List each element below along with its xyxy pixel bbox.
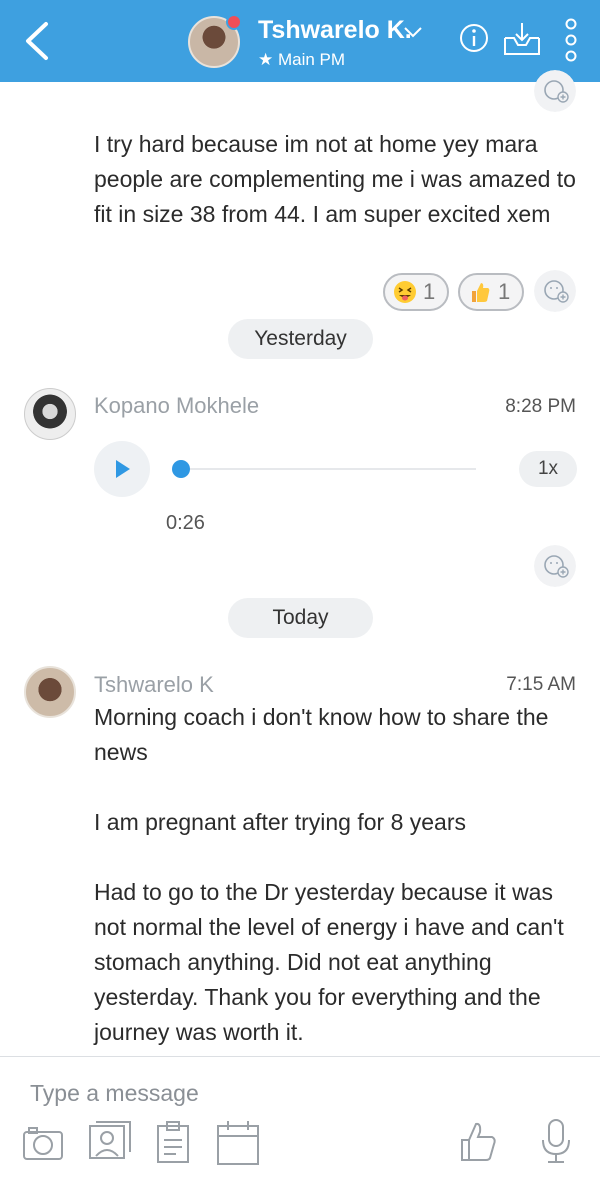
sender-avatar[interactable] bbox=[24, 388, 76, 440]
info-icon[interactable] bbox=[458, 22, 490, 54]
calendar-icon[interactable] bbox=[216, 1120, 260, 1166]
squinting-tongue-face-icon bbox=[394, 281, 416, 303]
sender-name[interactable]: Kopano Mokhele bbox=[94, 393, 259, 419]
document-icon[interactable] bbox=[156, 1120, 190, 1164]
playback-speed-button[interactable]: 1x bbox=[519, 451, 577, 487]
microphone-icon[interactable] bbox=[538, 1118, 574, 1166]
contact-name[interactable]: Tshwarelo K. bbox=[258, 16, 412, 45]
message-text: I try hard because im not at home yey ma… bbox=[94, 131, 576, 227]
message-time: 7:15 AM bbox=[506, 674, 576, 695]
add-reaction-icon[interactable] bbox=[534, 545, 576, 587]
reaction-count: 1 bbox=[423, 279, 436, 304]
more-options-icon[interactable] bbox=[562, 18, 580, 62]
add-reaction-icon[interactable] bbox=[534, 70, 576, 112]
message-input[interactable] bbox=[30, 1080, 430, 1107]
chevron-down-icon[interactable] bbox=[402, 24, 424, 40]
sender-name[interactable]: Tshwarelo K bbox=[94, 672, 214, 698]
play-icon bbox=[116, 460, 130, 478]
composer-divider bbox=[0, 1056, 600, 1057]
message-paragraph: I am pregnant after trying for 8 years bbox=[94, 809, 467, 835]
message-paragraph: Had to go to the Dr yesterday because it… bbox=[94, 879, 564, 1045]
message-time: 8:28 PM bbox=[505, 396, 576, 417]
inbox-download-icon[interactable] bbox=[502, 20, 542, 58]
gallery-icon[interactable] bbox=[88, 1120, 132, 1162]
add-reaction-icon[interactable] bbox=[534, 270, 576, 312]
online-status-dot bbox=[226, 14, 242, 30]
sender-avatar[interactable] bbox=[24, 666, 76, 718]
chat-header: Tshwarelo K. ★ Main PM bbox=[0, 0, 600, 82]
message-paragraph: Morning coach i don't know how to share … bbox=[94, 704, 549, 765]
chat-subtitle: ★ Main PM bbox=[258, 50, 346, 69]
reaction-count: 1 bbox=[498, 279, 511, 304]
audio-progress-track[interactable] bbox=[180, 468, 476, 470]
thumbs-up-icon bbox=[472, 283, 490, 302]
back-arrow-icon[interactable] bbox=[18, 18, 58, 64]
camera-icon[interactable] bbox=[22, 1124, 64, 1162]
date-separator: Yesterday bbox=[228, 319, 373, 359]
date-separator: Today bbox=[228, 598, 373, 638]
play-button[interactable] bbox=[94, 441, 150, 497]
audio-progress-handle[interactable] bbox=[172, 460, 190, 478]
reaction-pill-laugh[interactable]: 1 bbox=[383, 273, 449, 311]
thumbs-up-icon[interactable] bbox=[458, 1120, 498, 1164]
reaction-pill-thumbs-up[interactable]: 1 bbox=[458, 273, 524, 311]
audio-duration: 0:26 bbox=[166, 512, 205, 534]
